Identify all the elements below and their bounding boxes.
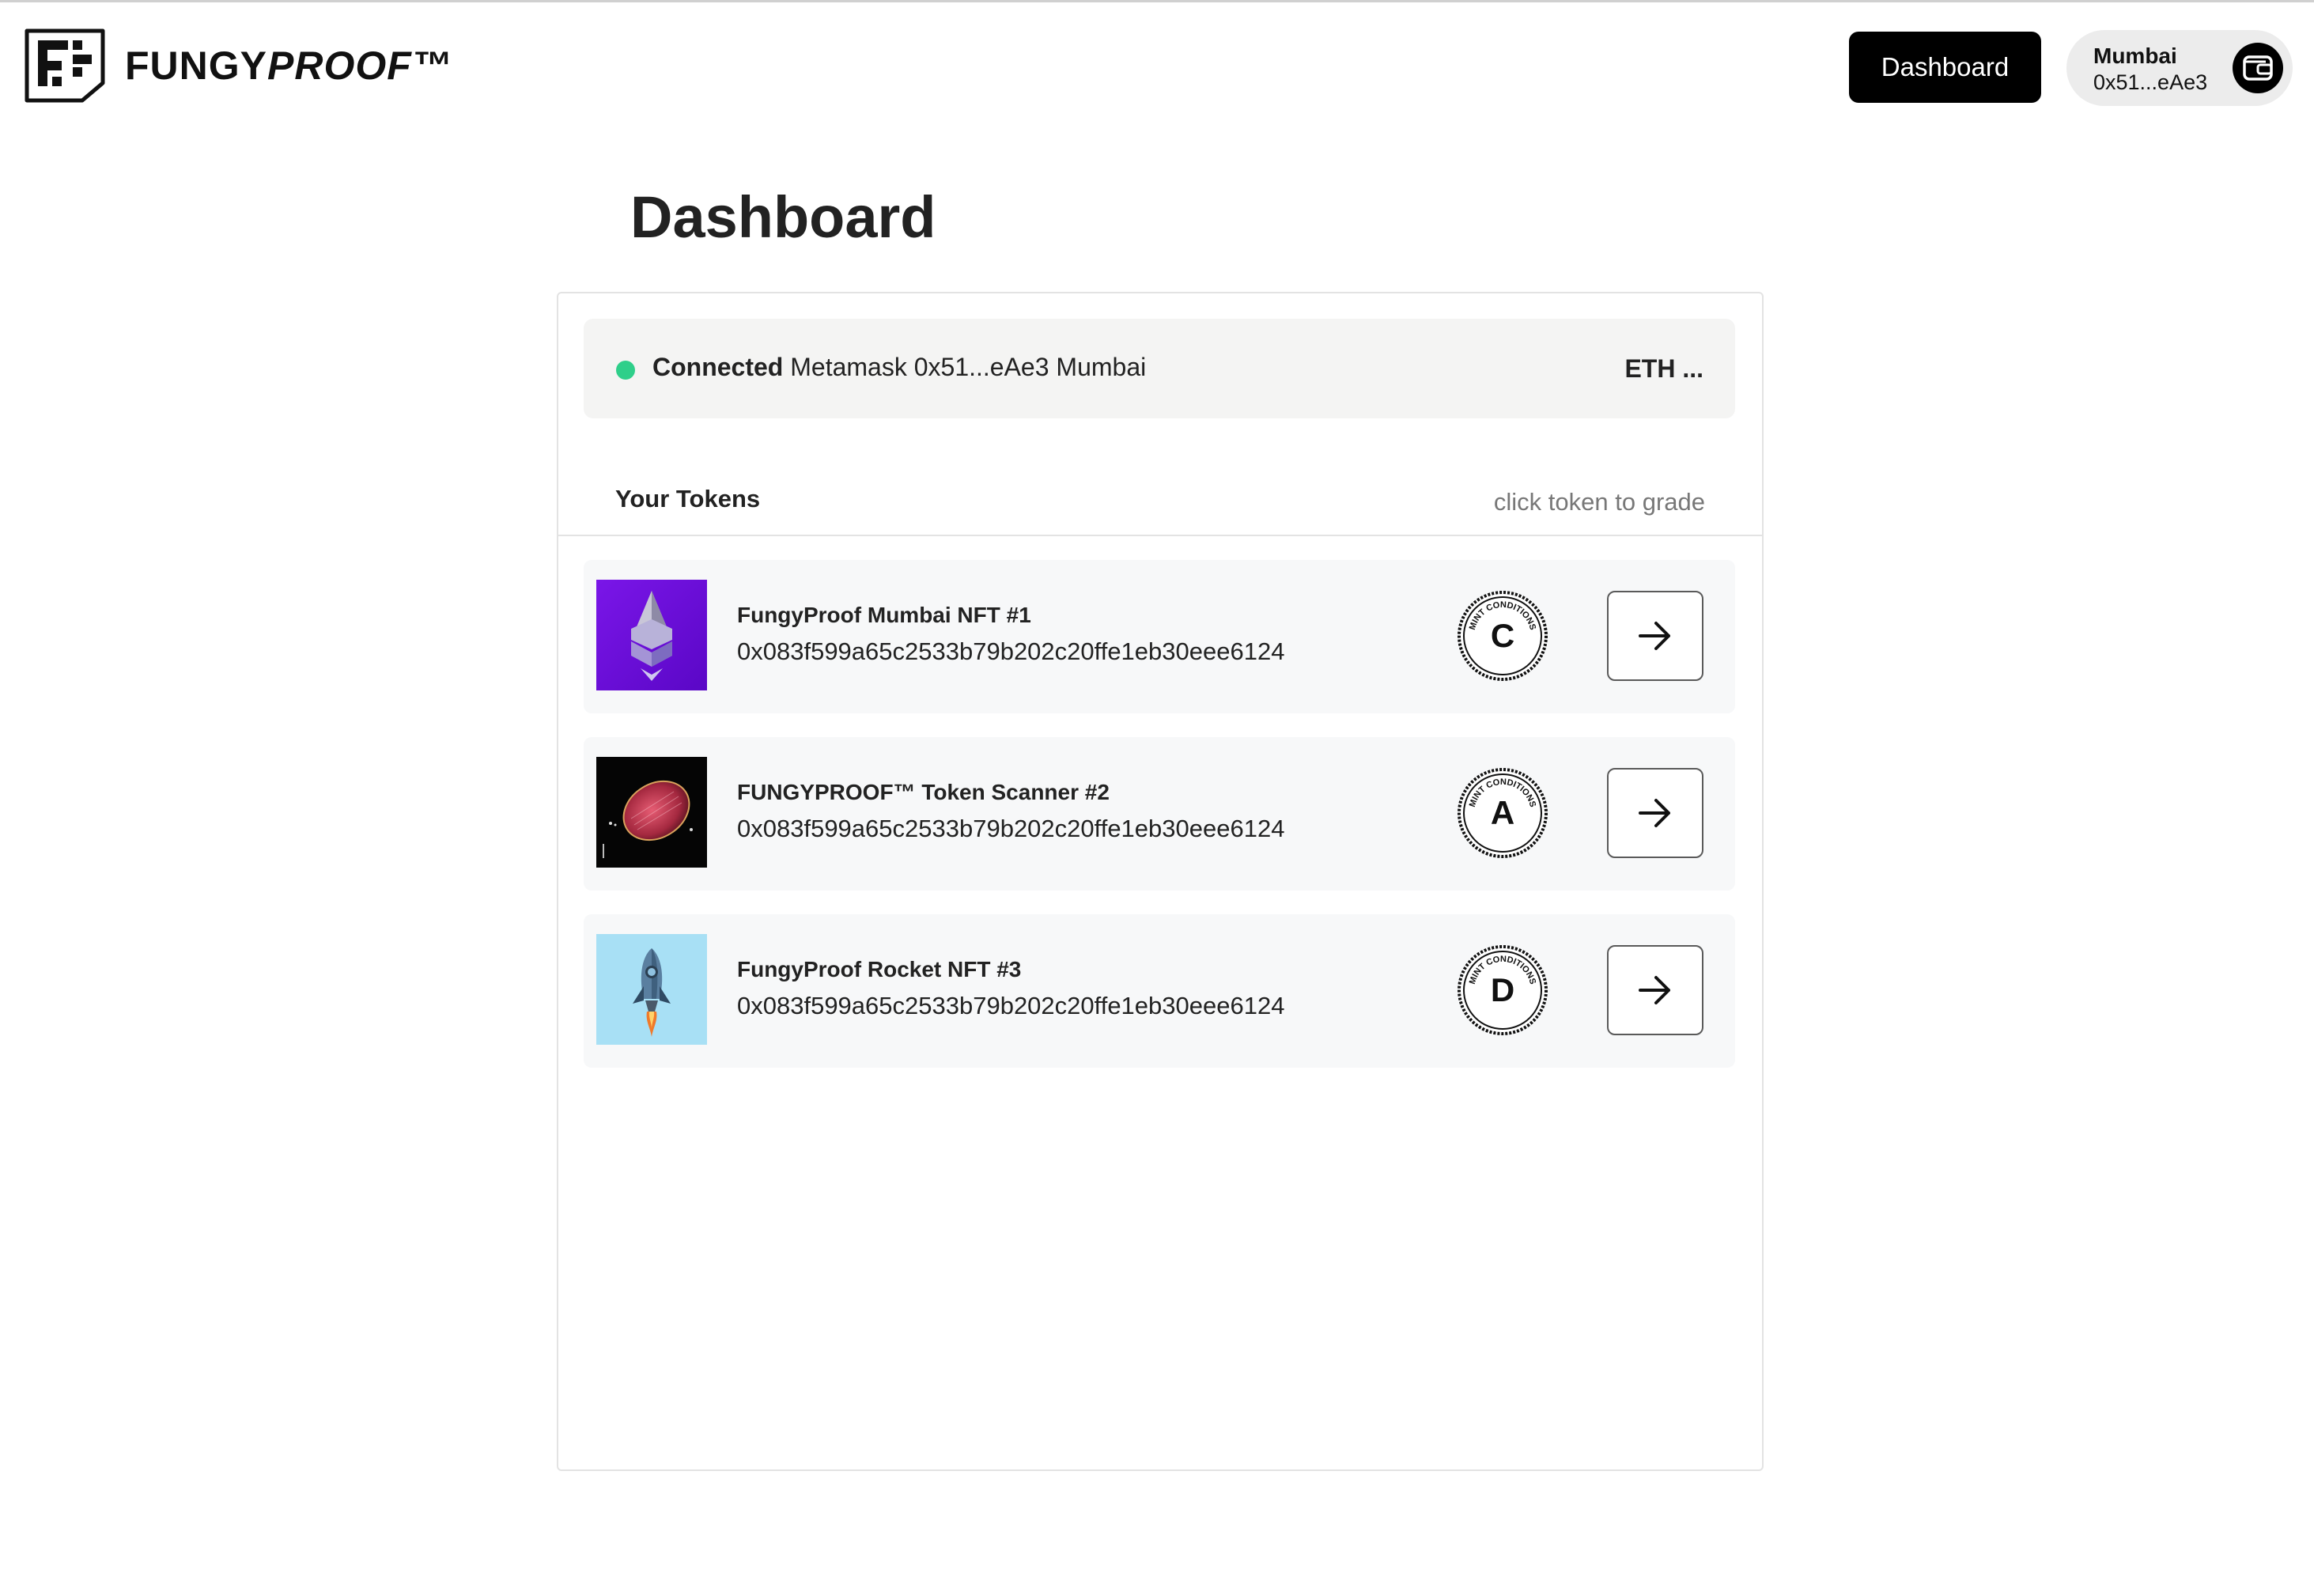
tokens-hint: click token to grade [1493,488,1705,516]
grade-token-button[interactable] [1607,945,1703,1035]
tokens-title: Your Tokens [615,485,761,512]
wallet-icon [2233,43,2283,93]
token-thumbnail [596,580,707,690]
arrow-right-icon [1639,622,1670,650]
logo-wordmark: FUNGYPROOF™ [125,43,452,89]
wallet-account-button[interactable]: Mumbai 0x51...eAe3 [2066,30,2293,106]
tokens-header: Your Tokens click token to grade [558,452,1762,536]
page-title: Dashboard [630,184,936,250]
token-row[interactable]: FUNGYPROOF™ Token Scanner #2 0x083f599a6… [584,737,1735,891]
connection-status-text: Connected Metamask 0x51...eAe3 Mumbai [652,353,1146,382]
grade-seal-icon: MINT CONDITIONS C [1458,591,1548,681]
fungyproof-logo[interactable]: FUNGYPROOF™ [24,28,452,104]
logo-wordmark-italic: PROOF™ [267,43,452,88]
app-header: FUNGYPROOF™ Dashboard Mumbai 0x51...eAe3 [0,2,2314,129]
grade-token-button[interactable] [1607,768,1703,858]
grade-letter: D [1491,971,1514,1008]
token-name: FungyProof Rocket NFT #3 [737,957,1022,981]
rocket-image [596,934,707,1045]
token-thumbnail [596,934,707,1045]
arrow-right-icon [1639,799,1670,827]
token-address: 0x083f599a65c2533b79b202c20ffe1eb30eee61… [737,815,1285,842]
arrow-right-icon [1639,976,1670,1004]
grade-letter: A [1491,794,1514,831]
wallet-address-label: 0x51...eAe3 [2093,70,2208,94]
fungyproof-logo-icon [25,28,105,103]
token-thumbnail [596,757,707,868]
red-disc-image [596,757,707,868]
grade-letter: C [1491,617,1514,654]
token-name: FungyProof Mumbai NFT #1 [737,603,1031,627]
dashboard-button[interactable]: Dashboard [1849,32,2041,103]
token-address: 0x083f599a65c2533b79b202c20ffe1eb30eee61… [737,992,1285,1019]
token-row[interactable]: FungyProof Rocket NFT #3 0x083f599a65c25… [584,914,1735,1068]
token-row[interactable]: FungyProof Mumbai NFT #1 0x083f599a65c25… [584,560,1735,713]
token-address: 0x083f599a65c2533b79b202c20ffe1eb30eee61… [737,637,1285,665]
token-name: FUNGYPROOF™ Token Scanner #2 [737,780,1110,804]
connection-status-dot [616,361,635,380]
purple-ethereum-image [596,580,707,690]
connection-details: Metamask 0x51...eAe3 Mumbai [790,353,1147,381]
connection-status-bar: Connected Metamask 0x51...eAe3 Mumbai ET… [584,319,1735,418]
connection-status-label: Connected [652,353,784,381]
grade-seal-icon: MINT CONDITIONS D [1458,945,1548,1035]
connection-currency: ETH ... [1624,354,1703,383]
wallet-network-label: Mumbai [2093,43,2177,68]
grade-seal-icon: MINT CONDITIONS A [1458,768,1548,858]
grade-token-button[interactable] [1607,591,1703,681]
logo-wordmark-plain: FUNGY [125,43,267,88]
dashboard-card: Connected Metamask 0x51...eAe3 Mumbai ET… [557,292,1764,1471]
